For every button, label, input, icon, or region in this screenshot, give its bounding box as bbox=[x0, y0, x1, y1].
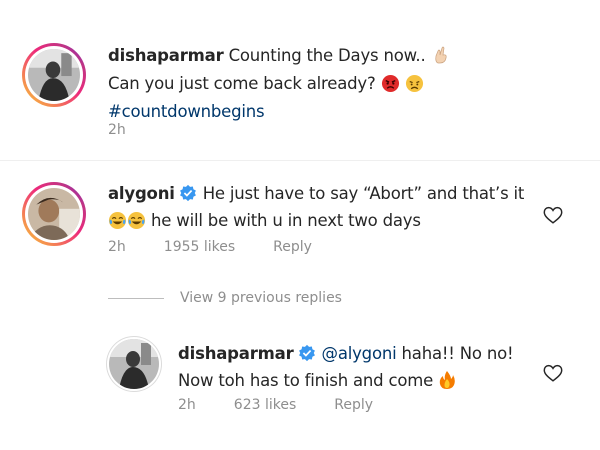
caption-divider bbox=[0, 160, 600, 161]
tears-of-joy-icon bbox=[127, 211, 146, 237]
verified-badge-icon bbox=[179, 184, 197, 209]
reply-line2: Now toh has to finish and come bbox=[178, 371, 434, 390]
crossed-fingers-icon bbox=[431, 45, 451, 72]
caption-meta: 2h bbox=[108, 122, 126, 138]
view-replies-label[interactable]: View 9 previous replies bbox=[180, 290, 342, 306]
disappointed-face-icon bbox=[405, 74, 424, 100]
reply-text: dishaparmar @alygoni haha!! No no! Now t… bbox=[178, 342, 514, 397]
caption-username[interactable]: dishaparmar bbox=[108, 46, 224, 65]
comment-likes[interactable]: 1955 likes bbox=[164, 239, 235, 255]
caption-text: dishaparmar Counting the Days now.. Can … bbox=[108, 44, 451, 124]
caption-hashtag[interactable]: #countdownbegins bbox=[108, 102, 265, 121]
caption-line1: Counting the Days now.. bbox=[228, 46, 426, 65]
reply-meta: 2h 623 likes Reply bbox=[178, 397, 373, 413]
caption-line2: Can you just come back already? bbox=[108, 74, 376, 93]
comment-timestamp: 2h bbox=[108, 239, 126, 255]
fire-icon bbox=[438, 370, 456, 397]
view-previous-replies[interactable]: View 9 previous replies bbox=[108, 290, 342, 306]
comment-avatar[interactable] bbox=[22, 182, 86, 246]
comment-line1: He just have to say “Abort” and that’s i… bbox=[202, 184, 525, 203]
reply-timestamp: 2h bbox=[178, 397, 196, 413]
tears-of-joy-icon bbox=[108, 211, 127, 237]
reply-avatar[interactable] bbox=[106, 336, 162, 392]
caption-avatar[interactable] bbox=[22, 43, 86, 107]
reply-likes[interactable]: 623 likes bbox=[234, 397, 296, 413]
comment-text: alygoni He just have to say “Abort” and … bbox=[108, 182, 524, 237]
verified-badge-icon bbox=[298, 344, 316, 369]
heart-icon[interactable] bbox=[542, 362, 564, 384]
reply-mention[interactable]: @alygoni bbox=[322, 344, 397, 363]
comment-meta: 2h 1955 likes Reply bbox=[108, 239, 312, 255]
replies-divider-line bbox=[108, 297, 164, 299]
comment-username[interactable]: alygoni bbox=[108, 184, 175, 203]
reply-reply-button[interactable]: Reply bbox=[334, 397, 373, 413]
comment-line2: he will be with u in next two days bbox=[151, 211, 421, 230]
heart-icon[interactable] bbox=[542, 204, 564, 226]
angry-face-icon bbox=[381, 74, 400, 100]
caption-timestamp: 2h bbox=[108, 122, 126, 138]
reply-line1: haha!! No no! bbox=[401, 344, 514, 363]
comment-reply-button[interactable]: Reply bbox=[273, 239, 312, 255]
reply-username[interactable]: dishaparmar bbox=[178, 344, 294, 363]
